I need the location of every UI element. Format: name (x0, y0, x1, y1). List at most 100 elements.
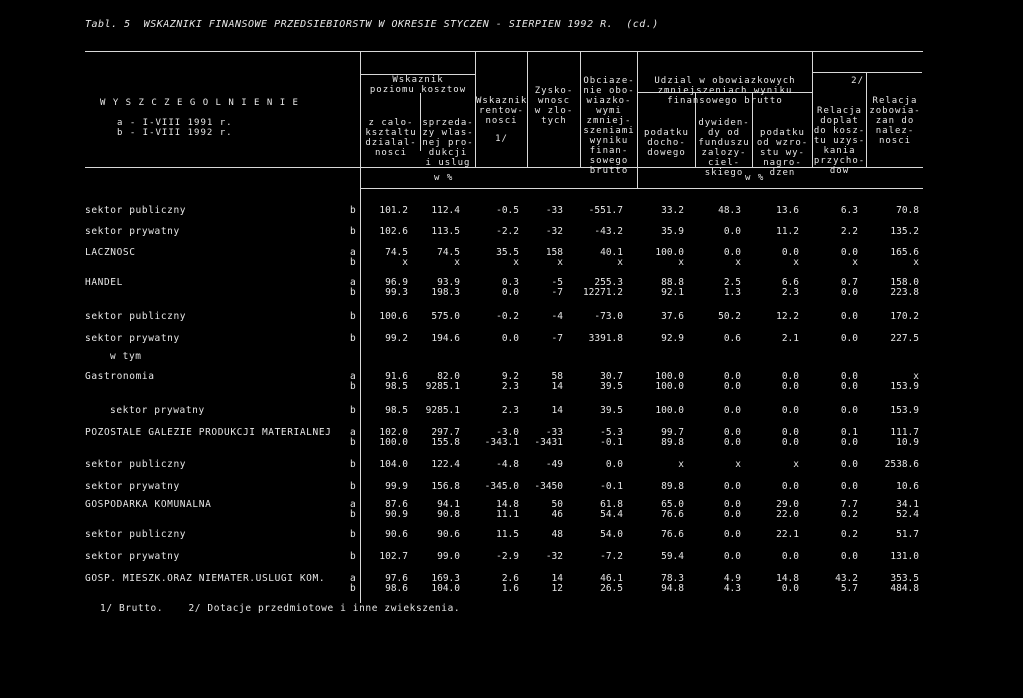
stub-period-a: a - I-VIII 1991 r. (117, 118, 233, 128)
table-cell: 99.0 (437, 551, 460, 562)
table-cell: 0.0 (840, 437, 858, 448)
table-cell: 112.4 (431, 205, 460, 216)
table-cell: 52.4 (896, 509, 919, 520)
table-cell: 74.5 (437, 247, 460, 258)
table-cell: 37.6 (661, 311, 684, 322)
row-label: sektor prywatny (85, 226, 180, 237)
table-cell: x (617, 257, 623, 268)
table-cell: 22.1 (776, 529, 799, 540)
table-cell: 100.0 (655, 405, 684, 416)
table-cell: 575.0 (431, 311, 460, 322)
table-cell: 90.8 (437, 509, 460, 520)
table-cell: -0.1 (600, 481, 623, 492)
table-cell: -32 (545, 226, 563, 237)
row-label: w tym (110, 351, 142, 362)
table-cell: 0.0 (781, 247, 799, 258)
table-cell: 0.0 (781, 583, 799, 594)
table-cell: 0.0 (723, 226, 741, 237)
table-cell: 158 (545, 247, 563, 258)
table-cell: 155.8 (431, 437, 460, 448)
table-cell: 90.6 (437, 529, 460, 540)
table-cell: x (557, 257, 563, 268)
row-label: GOSP. MIESZK.ORAZ NIEMATER.USLUGI KOM. (85, 573, 326, 584)
table-cell: 1.3 (723, 287, 741, 298)
table-cell: -43.2 (594, 226, 623, 237)
table-cell: x (793, 257, 799, 268)
table-cell: 194.6 (431, 333, 460, 344)
table-cell: 113.5 (431, 226, 460, 237)
table-cell: 12 (551, 583, 563, 594)
stub-period-b: b - I-VIII 1992 r. (117, 128, 233, 138)
table-cell: 0.2 (840, 509, 858, 520)
table-cell: -49 (545, 459, 563, 470)
table-cell: 0.0 (840, 405, 858, 416)
table-cell: 98.5 (385, 405, 408, 416)
units-rule (360, 188, 923, 189)
table-cell: 104.0 (431, 583, 460, 594)
table-cell: 0.0 (840, 551, 858, 562)
table-cell: x (735, 459, 741, 470)
table-cell: 14 (551, 405, 563, 416)
table-cell: 122.4 (431, 459, 460, 470)
table-cell: x (678, 459, 684, 470)
table-cell: 0.0 (840, 287, 858, 298)
row-label: sektor publiczny (85, 311, 187, 322)
table-cell: 0.0 (840, 381, 858, 392)
table-cell: -73.0 (594, 311, 623, 322)
table-cell: 39.5 (600, 405, 623, 416)
table-cell: 70.8 (896, 205, 919, 216)
table-cell: 12271.2 (582, 287, 623, 298)
table-cell: 6.3 (840, 205, 858, 216)
row-label: sektor publiczny (85, 529, 187, 540)
table-cell: 76.6 (661, 509, 684, 520)
table-cell: 0.0 (723, 247, 741, 258)
table-cell: 10.6 (896, 481, 919, 492)
table-cell: 99.3 (385, 287, 408, 298)
table-cell: 0.0 (840, 247, 858, 258)
table-cell: 227.5 (890, 333, 919, 344)
table-cell: 0.0 (840, 333, 858, 344)
table-cell: -0.1 (600, 437, 623, 448)
table-cell: 92.9 (661, 333, 684, 344)
table-cell: 153.9 (890, 405, 919, 416)
unit-left: w % (434, 173, 454, 183)
table-cell: 54.0 (600, 529, 623, 540)
table-cell: 12.2 (776, 311, 799, 322)
row-label: sektor publiczny (85, 205, 187, 216)
table-cell: 102.6 (379, 226, 408, 237)
table-cell: 2538.6 (884, 459, 919, 470)
table-cell: 100.0 (655, 381, 684, 392)
table-cell: -3450 (534, 481, 563, 492)
table-cell: 0.0 (723, 509, 741, 520)
table-cell: 11.2 (776, 226, 799, 237)
table-cell: 0.0 (605, 459, 623, 470)
table-cell: 2.1 (781, 333, 799, 344)
hdr-zyskownosc: Zysko-wnosc w zlo-tych (534, 86, 574, 126)
table-cell: x (678, 257, 684, 268)
table-cell: 9285.1 (425, 381, 460, 392)
row-label: sektor prywatny (85, 333, 180, 344)
table-cell: 131.0 (890, 551, 919, 562)
table-cell: 100.6 (379, 311, 408, 322)
table-cell: 76.6 (661, 529, 684, 540)
table-cell: x (735, 257, 741, 268)
table-cell: 0.0 (723, 405, 741, 416)
hdr-rentownosci: Wskaznik rentow-nosci 1/ (476, 96, 528, 144)
table-cell: 5.7 (840, 583, 858, 594)
hdr-relacja-doplat: 2/ Relacja doplat do kosz-tu uzys-kania prz… (813, 76, 866, 176)
table-cell: 102.7 (379, 551, 408, 562)
table-cell: x (454, 257, 460, 268)
hdr-z-calo: z calo-ksztaltu dzialal-nosci (365, 118, 417, 158)
table-cell: 165.6 (890, 247, 919, 258)
table-cell: 50.2 (718, 311, 741, 322)
table-cell: x (852, 257, 858, 268)
table-cell: -551.7 (588, 205, 623, 216)
hdr-obciazenie: Obciaze-nie obo-wiazko-wymi zmniej-szenia… (583, 76, 635, 176)
row-label: sektor publiczny (85, 459, 187, 470)
table-cell: 0.0 (840, 459, 858, 470)
table-cell: 33.2 (661, 205, 684, 216)
table-cell: 223.8 (890, 287, 919, 298)
table-cell: 40.1 (600, 247, 623, 258)
hdr-dywidendy: dywiden-dy od funduszu zalozy-ciel-skiego (698, 118, 750, 178)
table-cell: 100.0 (379, 437, 408, 448)
